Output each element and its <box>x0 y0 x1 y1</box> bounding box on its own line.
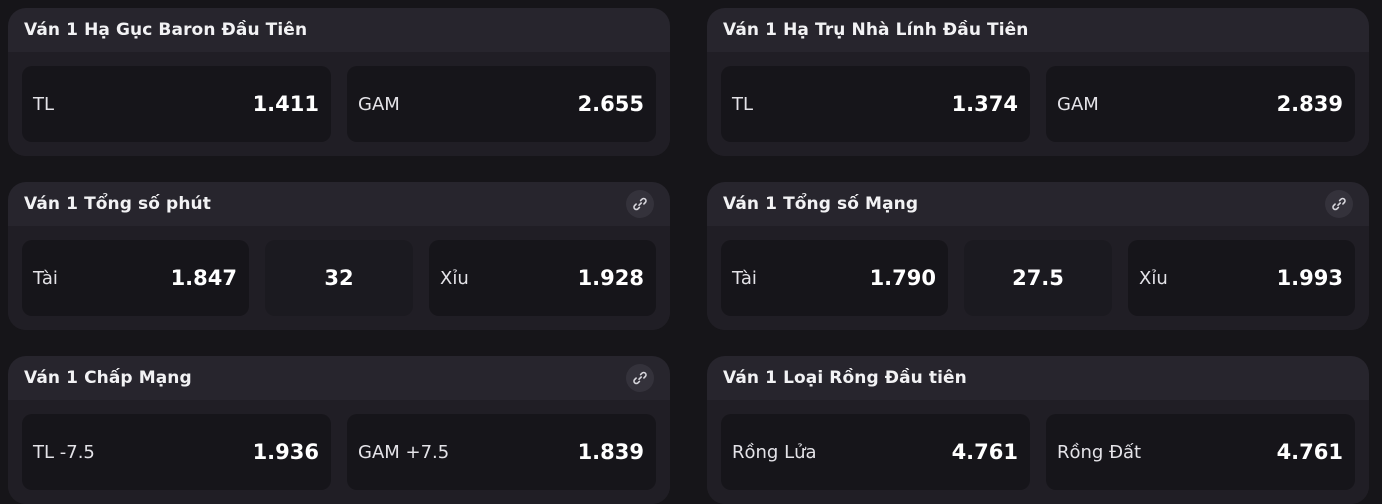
market-selections: TL 1.374 GAM 2.839 <box>707 52 1369 156</box>
selection-label: TL -7.5 <box>33 441 95 463</box>
market-title: Ván 1 Tổng số Mạng <box>723 194 919 214</box>
selection-odds: 1.374 <box>951 92 1018 116</box>
odds-button-fire-dragon[interactable]: Rồng Lửa 4.761 <box>721 414 1030 490</box>
market-selections: Rồng Lửa 4.761 Rồng Đất 4.761 <box>707 400 1369 504</box>
selection-odds: 1.993 <box>1276 266 1343 290</box>
selection-odds: 1.847 <box>170 266 237 290</box>
selection-label: GAM <box>1057 93 1099 115</box>
selection-odds: 2.655 <box>577 92 644 116</box>
handicap-line: 32 <box>265 240 413 316</box>
selection-odds: 2.839 <box>1276 92 1343 116</box>
selection-odds: 1.790 <box>869 266 936 290</box>
odds-button-earth-dragon[interactable]: Rồng Đất 4.761 <box>1046 414 1355 490</box>
odds-button-tl-handicap[interactable]: TL -7.5 1.936 <box>22 414 331 490</box>
selection-odds: 4.761 <box>951 440 1018 464</box>
market-header: Ván 1 Hạ Gục Baron Đầu Tiên <box>8 8 670 52</box>
odds-button-over[interactable]: Tài 1.847 <box>22 240 249 316</box>
link-button[interactable] <box>626 190 654 218</box>
selection-label: TL <box>732 93 754 115</box>
selection-odds: 4.761 <box>1276 440 1343 464</box>
selection-label: Rồng Lửa <box>732 441 817 463</box>
odds-button-gam[interactable]: GAM 2.655 <box>347 66 656 142</box>
odds-button-tl[interactable]: TL 1.374 <box>721 66 1030 142</box>
handicap-line: 27.5 <box>964 240 1112 316</box>
selection-label: Xỉu <box>440 267 469 289</box>
market-selections: Tài 1.847 32 Xỉu 1.928 <box>8 226 670 330</box>
link-icon <box>1332 197 1346 211</box>
market-selections: TL -7.5 1.936 GAM +7.5 1.839 <box>8 400 670 504</box>
odds-button-over[interactable]: Tài 1.790 <box>721 240 948 316</box>
market-header: Ván 1 Tổng số phút <box>8 182 670 226</box>
market-title: Ván 1 Tổng số phút <box>24 194 211 214</box>
odds-button-gam[interactable]: GAM 2.839 <box>1046 66 1355 142</box>
link-button[interactable] <box>626 364 654 392</box>
selection-odds: 1.411 <box>252 92 319 116</box>
market-total-kills: Ván 1 Tổng số Mạng Tài 1.790 27.5 Xỉu 1.… <box>707 182 1369 330</box>
market-header: Ván 1 Hạ Trụ Nhà Lính Đầu Tiên <box>707 8 1369 52</box>
market-header: Ván 1 Loại Rồng Đầu tiên <box>707 356 1369 400</box>
market-title: Ván 1 Hạ Gục Baron Đầu Tiên <box>24 20 308 40</box>
market-title: Ván 1 Hạ Trụ Nhà Lính Đầu Tiên <box>723 20 1029 40</box>
selection-odds: 1.928 <box>577 266 644 290</box>
odds-button-tl[interactable]: TL 1.411 <box>22 66 331 142</box>
selection-odds: 1.936 <box>252 440 319 464</box>
market-first-inhibitor: Ván 1 Hạ Trụ Nhà Lính Đầu Tiên TL 1.374 … <box>707 8 1369 156</box>
selection-label: GAM <box>358 93 400 115</box>
market-selections: Tài 1.790 27.5 Xỉu 1.993 <box>707 226 1369 330</box>
selection-label: Tài <box>33 267 58 289</box>
market-header: Ván 1 Tổng số Mạng <box>707 182 1369 226</box>
market-selections: TL 1.411 GAM 2.655 <box>8 52 670 156</box>
selection-odds: 1.839 <box>577 440 644 464</box>
link-button[interactable] <box>1325 190 1353 218</box>
odds-button-under[interactable]: Xỉu 1.993 <box>1128 240 1355 316</box>
link-icon <box>633 197 647 211</box>
market-total-minutes: Ván 1 Tổng số phút Tài 1.847 32 Xỉu 1.92… <box>8 182 670 330</box>
market-header: Ván 1 Chấp Mạng <box>8 356 670 400</box>
market-title: Ván 1 Loại Rồng Đầu tiên <box>723 368 967 388</box>
market-title: Ván 1 Chấp Mạng <box>24 368 192 388</box>
odds-button-under[interactable]: Xỉu 1.928 <box>429 240 656 316</box>
selection-label: Xỉu <box>1139 267 1168 289</box>
selection-label: Tài <box>732 267 757 289</box>
market-first-baron: Ván 1 Hạ Gục Baron Đầu Tiên TL 1.411 GAM… <box>8 8 670 156</box>
selection-label: Rồng Đất <box>1057 441 1142 463</box>
odds-button-gam-handicap[interactable]: GAM +7.5 1.839 <box>347 414 656 490</box>
selection-label: TL <box>33 93 55 115</box>
selection-label: GAM +7.5 <box>358 441 450 463</box>
link-icon <box>633 371 647 385</box>
